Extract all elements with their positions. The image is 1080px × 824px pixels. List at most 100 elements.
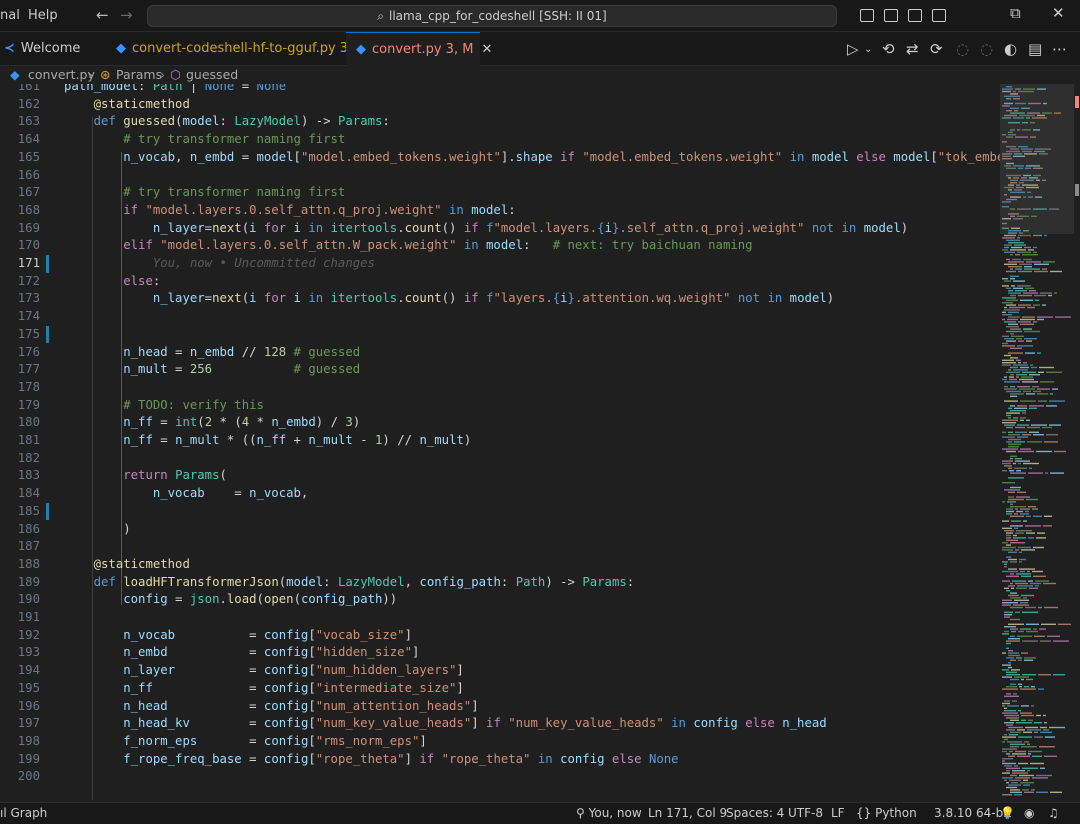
code-line[interactable]: 168 if "model.layers.0.self_attn.q_proj.… <box>0 202 1000 220</box>
code-line[interactable]: 182 <box>0 450 1000 468</box>
forward-arrow-icon[interactable]: → <box>120 6 133 24</box>
minimap-stroke <box>1009 750 1013 753</box>
code-line[interactable]: 165 n_vocab, n_embd = model["model.embed… <box>0 149 1000 167</box>
back-arrow-icon[interactable]: ← <box>96 6 109 24</box>
code-line[interactable]: 170 elif "model.layers.0.self_attn.W_pac… <box>0 237 1000 255</box>
encoding[interactable]: UTF-8 <box>788 806 823 820</box>
minimap-stroke <box>1050 472 1064 474</box>
lightbulb-icon[interactable]: 💡 <box>1000 806 1015 820</box>
toggle-primary-sidebar-icon[interactable] <box>860 9 874 22</box>
code-line[interactable]: 192 n_vocab = config["vocab_size"] <box>0 627 1000 645</box>
code-line[interactable]: 178 <box>0 379 1000 397</box>
minimap-stroke <box>1006 544 1011 546</box>
breadcrumb-class[interactable]: Params <box>116 67 162 82</box>
minimap-stroke <box>1004 381 1020 383</box>
breadcrumb-file[interactable]: convert.py <box>28 67 95 82</box>
line-number: 196 <box>17 698 40 713</box>
code-line[interactable]: 162 @staticmethod <box>0 96 1000 114</box>
toggle-panel-icon[interactable] <box>884 9 898 22</box>
restore-window-icon[interactable]: ⧉ <box>1010 4 1021 22</box>
code-line[interactable]: 163 def guessed(model: LazyModel) -> Par… <box>0 113 1000 131</box>
tab-convert-py[interactable]: ◆ convert.py 3, M ✕ <box>346 32 492 66</box>
code-line[interactable]: 166 <box>0 167 1000 185</box>
code-line[interactable]: 196 n_head = config["num_attention_heads… <box>0 698 1000 716</box>
minimap-stroke <box>1006 532 1013 534</box>
copilot-icon[interactable]: ◉ <box>1024 806 1034 820</box>
vertical-scrollbar[interactable] <box>1074 84 1080 800</box>
minimap-stroke <box>1010 503 1013 505</box>
toggle-secondary-sidebar-icon[interactable] <box>908 9 922 22</box>
code-line[interactable]: 175 <box>0 325 1000 344</box>
code-line[interactable]: 181 n_ff = n_mult * ((n_ff + n_mult - 1)… <box>0 432 1000 450</box>
code-line[interactable]: 173 n_layer=next(i for i in itertools.co… <box>0 290 1000 308</box>
minimap-stroke <box>1027 770 1030 772</box>
code-line[interactable]: 169 n_layer=next(i for i in itertools.co… <box>0 220 1000 238</box>
code-line[interactable]: 189 def loadHFTransformerJson(model: Laz… <box>0 574 1000 592</box>
code-line[interactable]: 177 n_mult = 256 # guessed <box>0 361 1000 379</box>
code-line[interactable]: 198 f_norm_eps = config["rms_norm_eps"] <box>0 733 1000 751</box>
minimap-stroke <box>1029 431 1039 433</box>
previous-change-icon[interactable]: ◌ <box>956 40 969 58</box>
tab-welcome[interactable]: ≺ Welcome <box>0 32 106 66</box>
cursor-position[interactable]: Ln 171, Col 9 <box>648 806 727 820</box>
close-window-icon[interactable]: ✕ <box>1052 4 1065 22</box>
code-line[interactable]: 183 return Params( <box>0 467 1000 485</box>
breadcrumb-method[interactable]: guessed <box>186 67 238 82</box>
code-line[interactable]: 180 n_ff = int(2 * (4 * n_embd) / 3) <box>0 414 1000 432</box>
git-blame-item[interactable]: ⚲ You, now <box>576 806 642 820</box>
code-line[interactable]: 199 f_rope_freq_base = config["rope_thet… <box>0 751 1000 769</box>
git-history-icon[interactable]: ⟳ <box>930 40 943 58</box>
run-dropdown-chevron-icon[interactable]: ⌄ <box>864 44 872 55</box>
minimap-slider[interactable] <box>1000 84 1074 234</box>
code-line[interactable]: 167 # try transformer naming first <box>0 184 1000 202</box>
more-actions-icon[interactable]: ⋯ <box>1052 40 1067 58</box>
run-python-icon[interactable]: ▷ <box>847 40 859 58</box>
code-line[interactable]: 200 <box>0 768 1000 786</box>
minimap-stroke <box>1010 506 1026 508</box>
command-center-search[interactable]: ⌕ llama_cpp_for_codeshell [SSH: II 01] <box>147 5 837 27</box>
next-change-icon[interactable]: ◌ <box>980 40 993 58</box>
code-line[interactable]: 176 n_head = n_embd // 128 # guessed <box>0 344 1000 362</box>
code-line[interactable]: 193 n_embd = config["hidden_size"] <box>0 644 1000 662</box>
minimap-stroke <box>1008 558 1017 561</box>
timeline-icon[interactable]: ⟲ <box>882 40 895 58</box>
modified-line-marker <box>46 502 49 521</box>
menu-help[interactable]: Help <box>28 8 58 23</box>
code-line[interactable]: 179 # TODO: verify this <box>0 397 1000 415</box>
code-line[interactable]: 187 <box>0 538 1000 556</box>
code-line[interactable]: 161 path_model: Path | None = None <box>0 84 1000 96</box>
minimap-stroke <box>1017 345 1033 347</box>
code-line[interactable]: 194 n_layer = config["num_hidden_layers"… <box>0 662 1000 680</box>
code-line[interactable]: 190 config = json.load(open(config_path)… <box>0 591 1000 609</box>
close-tab-icon[interactable]: ✕ <box>481 42 492 57</box>
git-graph-item[interactable]: ıl Graph <box>0 806 47 820</box>
menu-terminal[interactable]: nal <box>0 8 20 23</box>
code-line[interactable]: 171 You, now • Uncommitted changes <box>0 255 1000 273</box>
minimap-stroke <box>1010 774 1017 777</box>
end-of-line[interactable]: LF <box>831 806 845 820</box>
code-line[interactable]: 197 n_head_kv = config["num_key_value_he… <box>0 715 1000 733</box>
split-editor-icon[interactable]: ▤ <box>1028 40 1042 58</box>
code-line[interactable]: 186 ) <box>0 521 1000 539</box>
minimap-stroke <box>1042 426 1052 429</box>
notifications-bell-icon[interactable]: ♫ <box>1048 806 1059 820</box>
minimap-stroke <box>1037 393 1048 395</box>
code-line[interactable]: 188 @staticmethod <box>0 556 1000 574</box>
code-line[interactable]: 184 n_vocab = n_vocab, <box>0 485 1000 503</box>
code-line[interactable]: 191 <box>0 609 1000 627</box>
code-editor[interactable]: 161 path_model: Path | None = None 162 @st… <box>0 84 1000 800</box>
code-line[interactable]: 164 # try transformer naming first <box>0 131 1000 149</box>
toggle-blame-icon[interactable]: ◐ <box>1004 40 1017 58</box>
indentation[interactable]: Spaces: 4 <box>726 806 784 820</box>
code-line[interactable]: 185 <box>0 502 1000 521</box>
language-mode[interactable]: {} Python <box>856 806 917 820</box>
customize-layout-icon[interactable] <box>932 9 946 22</box>
git-compare-icon[interactable]: ⇄ <box>906 40 919 58</box>
minimap-stroke <box>1002 364 1011 366</box>
code-line[interactable]: 172 else: <box>0 273 1000 291</box>
code-line[interactable]: 195 n_ff = config["intermediate_size"] <box>0 680 1000 698</box>
code-text: path_model: Path | None = None <box>64 84 287 93</box>
code-line[interactable]: 174 <box>0 308 1000 326</box>
minimap-stroke <box>1006 450 1016 453</box>
tab-convert-codeshell[interactable]: ◆ convert-codeshell-hf-to-gguf.py 3 <box>108 32 348 66</box>
